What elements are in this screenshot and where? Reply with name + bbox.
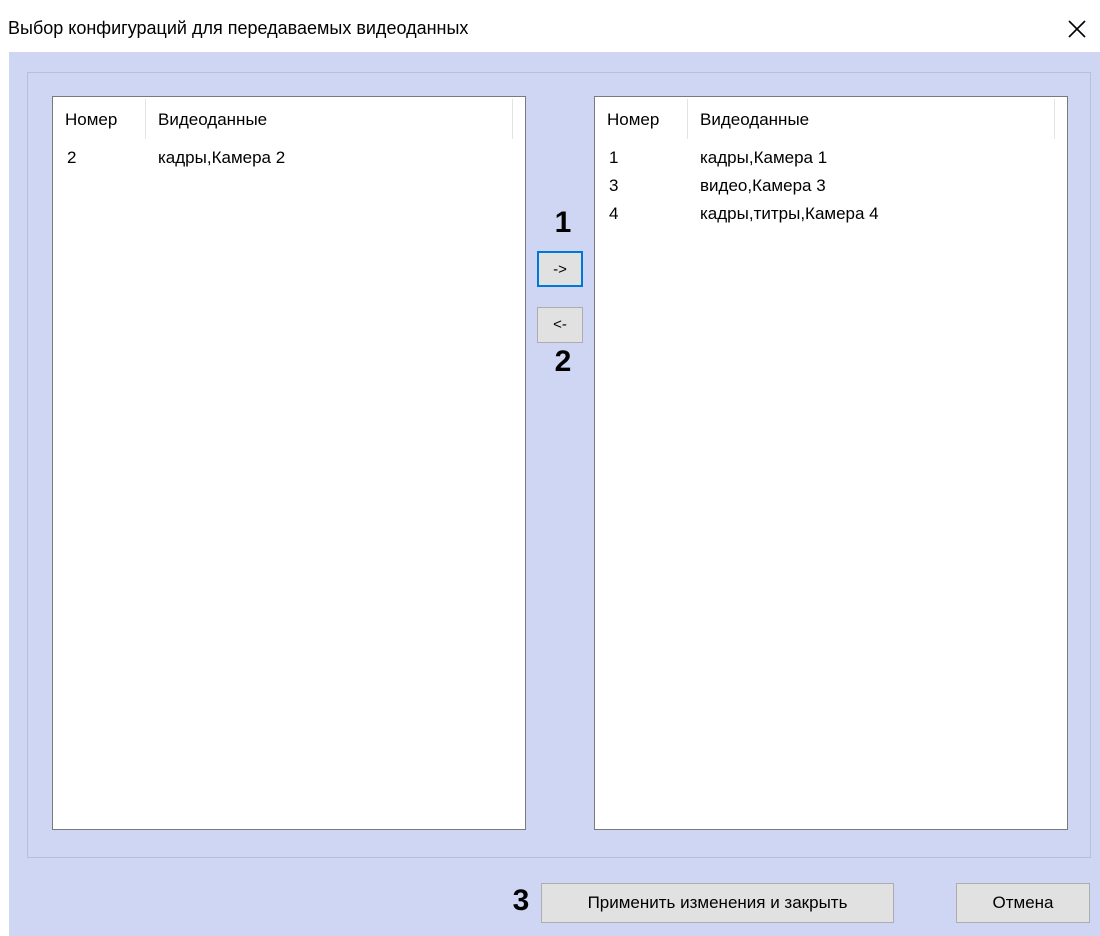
list-header: Номер Видеоданные — [53, 97, 525, 139]
list-item[interactable]: 3 видео,Камера 3 — [595, 172, 1067, 200]
callout-marker-2: 2 — [554, 345, 572, 378]
title-bar: Выбор конфигураций для передаваемых виде… — [0, 0, 1100, 52]
column-header-video[interactable]: Видеоданные — [688, 97, 1054, 139]
column-header-number[interactable]: Номер — [595, 97, 687, 139]
callout-marker-3: 3 — [512, 884, 530, 917]
column-separator[interactable] — [1054, 99, 1055, 139]
list-item[interactable]: 1 кадры,Камера 1 — [595, 144, 1067, 172]
apply-and-close-button[interactable]: Применить изменения и закрыть — [541, 883, 894, 923]
row-video: кадры,титры,Камера 4 — [700, 204, 879, 223]
column-separator[interactable] — [512, 99, 513, 139]
row-video: видео,Камера 3 — [700, 176, 826, 195]
close-icon[interactable] — [1062, 14, 1092, 44]
column-header-video[interactable]: Видеоданные — [146, 97, 512, 139]
row-number: 3 — [609, 176, 619, 195]
selected-configurations-list[interactable]: Номер Видеоданные 1 кадры,Камера 1 3 вид… — [594, 96, 1068, 830]
callout-marker-1: 1 — [554, 206, 572, 239]
row-number: 1 — [609, 148, 619, 167]
window-title: Выбор конфигураций для передаваемых виде… — [8, 18, 469, 38]
column-header-number[interactable]: Номер — [53, 97, 145, 139]
move-right-button[interactable]: -> — [537, 251, 583, 287]
row-number: 2 — [67, 148, 77, 167]
row-video: кадры,Камера 1 — [700, 148, 828, 167]
cancel-button[interactable]: Отмена — [956, 883, 1090, 923]
list-item[interactable]: 2 кадры,Камера 2 — [53, 144, 525, 172]
available-configurations-list[interactable]: Номер Видеоданные 2 кадры,Камера 2 — [52, 96, 526, 830]
list-header: Номер Видеоданные — [595, 97, 1067, 139]
row-video: кадры,Камера 2 — [158, 148, 286, 167]
list-item[interactable]: 4 кадры,титры,Камера 4 — [595, 200, 1067, 228]
row-number: 4 — [609, 204, 619, 223]
move-left-button[interactable]: <- — [537, 307, 583, 343]
